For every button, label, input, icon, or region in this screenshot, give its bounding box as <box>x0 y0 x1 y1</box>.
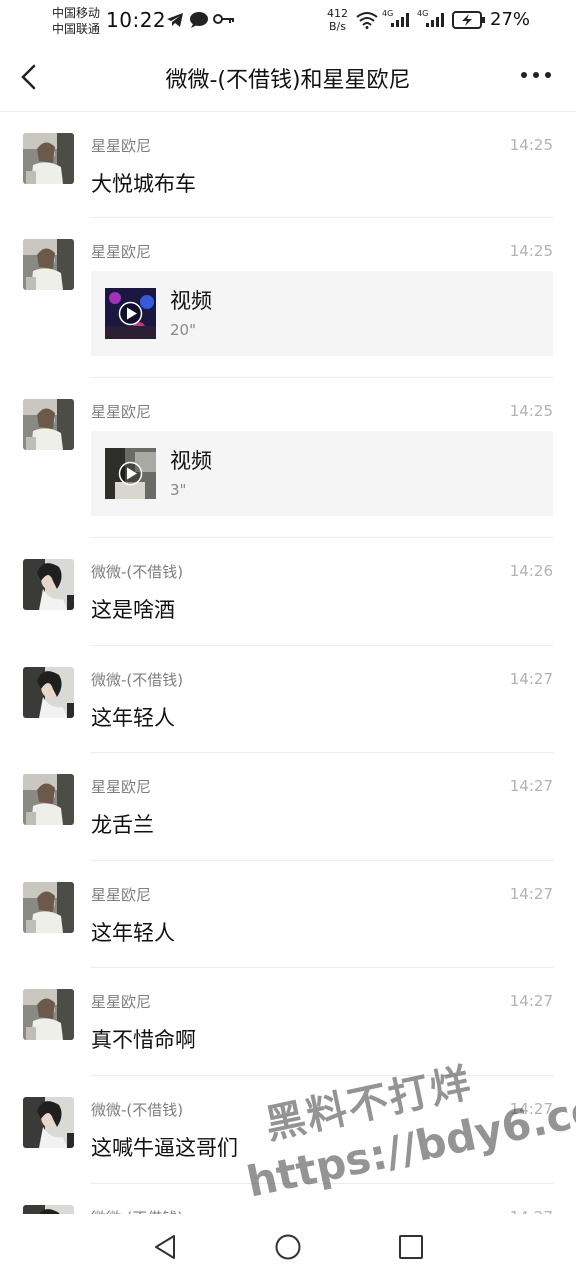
message-item[interactable]: 微微-(不借钱) 14:27 这年轻人 <box>0 646 576 753</box>
message-text[interactable]: 这是啥酒 <box>91 594 175 624</box>
avatar[interactable] <box>23 1097 74 1148</box>
carrier-2: 中国联通 <box>52 22 101 36</box>
sender-name: 星星欧尼 <box>91 243 152 261</box>
sender-name: 微微-(不借钱) <box>91 1101 184 1119</box>
video-label: 视频 <box>170 289 212 313</box>
sender-name: 星星欧尼 <box>91 403 152 421</box>
battery-charging-icon <box>452 11 485 29</box>
message-time: 14:25 <box>509 136 553 154</box>
message-text[interactable]: 这喊牛逼这哥们 <box>91 1132 238 1162</box>
message-item[interactable]: 星星欧尼 14:27 这年轻人 <box>0 861 576 968</box>
clock: 10:22 <box>106 8 167 32</box>
message-time: 14:25 <box>509 242 553 260</box>
avatar[interactable] <box>23 882 74 933</box>
video-message-card[interactable]: 视频 3" <box>91 431 553 516</box>
avatar[interactable] <box>23 667 74 718</box>
system-navigation-bar <box>0 1214 576 1280</box>
message-time: 14:27 <box>509 670 553 688</box>
sender-name: 微微-(不借钱) <box>91 671 184 689</box>
video-duration: 3" <box>170 481 187 499</box>
avatar[interactable] <box>23 133 74 184</box>
signal-icon <box>391 13 409 27</box>
sender-name: 星星欧尼 <box>91 778 152 796</box>
more-icon[interactable] <box>520 67 552 83</box>
message-item[interactable]: 微微-(不借钱) 14:26 这是啥酒 <box>0 538 576 646</box>
avatar[interactable] <box>23 239 74 290</box>
avatar[interactable] <box>23 774 74 825</box>
back-icon[interactable] <box>16 62 44 92</box>
video-message-card[interactable]: 视频 20" <box>91 271 553 356</box>
message-time: 14:27 <box>509 992 553 1010</box>
key-icon <box>213 14 234 24</box>
avatar[interactable] <box>23 989 74 1040</box>
message-time: 14:25 <box>509 402 553 420</box>
telegram-icon <box>167 13 183 27</box>
signal-icon <box>426 13 444 27</box>
message-time: 14:27 <box>509 885 553 903</box>
avatar[interactable] <box>23 559 74 610</box>
video-thumbnail[interactable] <box>105 448 156 499</box>
chat-header: 微微-(不借钱)和星星欧尼 <box>0 42 576 112</box>
message-item[interactable]: 星星欧尼 14:25 视频 20" <box>0 218 576 378</box>
page-title: 微微-(不借钱)和星星欧尼 <box>165 68 411 93</box>
message-item[interactable]: 星星欧尼 14:25 视频 3" <box>0 378 576 538</box>
sender-name: 微微-(不借钱) <box>91 563 184 581</box>
net-speed: 412 B/s <box>327 7 348 33</box>
net-speed-unit: B/s <box>329 20 346 33</box>
carrier-labels: 中国移动 中国联通 <box>52 5 100 37</box>
message-text[interactable]: 龙舌兰 <box>91 809 154 839</box>
message-text[interactable]: 真不惜命啊 <box>91 1024 196 1054</box>
message-text[interactable]: 大悦城布车 <box>91 168 196 198</box>
status-bar: 中国移动 中国联通 10:22 412 B/s 4G 4G 27% <box>0 0 576 42</box>
wifi-icon <box>356 12 378 29</box>
message-text[interactable]: 这年轻人 <box>91 917 175 947</box>
message-text[interactable]: 这年轻人 <box>91 702 175 732</box>
avatar[interactable] <box>23 399 74 450</box>
video-duration: 20" <box>170 321 196 339</box>
message-item[interactable]: 星星欧尼 14:25 大悦城布车 <box>0 112 576 218</box>
message-time: 14:26 <box>509 562 553 580</box>
message-item[interactable]: 星星欧尼 14:27 龙舌兰 <box>0 753 576 861</box>
video-label: 视频 <box>170 449 212 473</box>
message-time: 14:27 <box>509 777 553 795</box>
carrier-1: 中国移动 <box>52 6 101 20</box>
sender-name: 星星欧尼 <box>91 993 152 1011</box>
video-thumbnail[interactable] <box>105 288 156 339</box>
recents-square-icon[interactable] <box>396 1232 426 1262</box>
sender-name: 星星欧尼 <box>91 886 152 904</box>
back-triangle-icon[interactable] <box>150 1232 180 1262</box>
home-circle-icon[interactable] <box>273 1232 303 1262</box>
chat-bubble-icon <box>190 12 208 28</box>
battery-percent: 27% <box>490 9 531 30</box>
net-speed-value: 412 <box>327 7 348 20</box>
sender-name: 星星欧尼 <box>91 137 152 155</box>
